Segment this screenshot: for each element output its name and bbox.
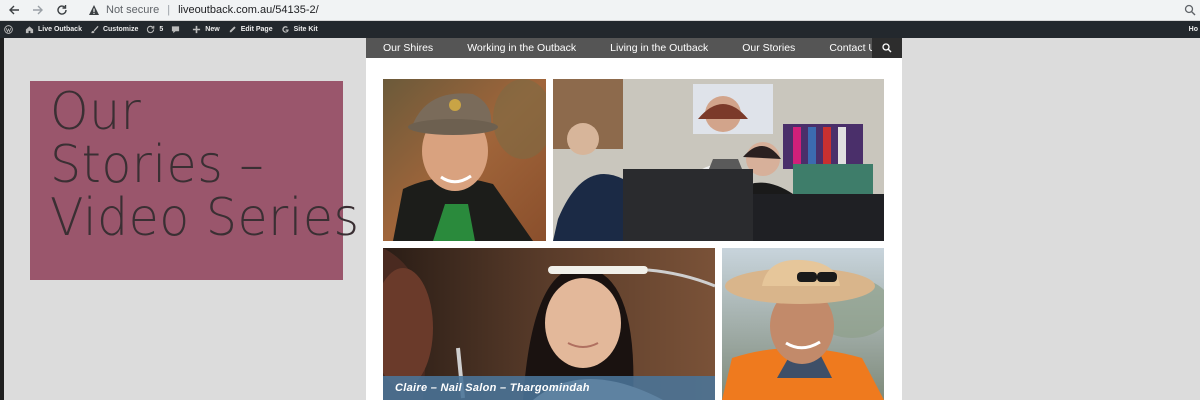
- nav-search-button[interactable]: [872, 38, 902, 58]
- main-content: Our Shires Working in the Outback Living…: [366, 38, 902, 400]
- brush-icon: [90, 25, 99, 34]
- wp-item-howdy[interactable]: Ho: [1189, 21, 1198, 38]
- search-icon[interactable]: [1184, 4, 1196, 16]
- google-g-icon: [281, 25, 290, 34]
- site-navigation: Our Shires Working in the Outback Living…: [366, 38, 902, 58]
- video-thumbnail-man-in-cap[interactable]: [383, 79, 546, 241]
- wp-admin-bar: Live Outback Customize 5 New Edit Page S…: [0, 21, 1200, 38]
- wp-item-site-name[interactable]: Live Outback: [25, 21, 82, 38]
- plus-icon: [192, 25, 201, 34]
- back-arrow-icon: [9, 5, 19, 15]
- address-bar[interactable]: Not secure | liveoutback.com.au/54135-2/: [88, 1, 319, 19]
- hero-title-line: Stories –: [50, 134, 265, 195]
- wp-item-label: Live Outback: [38, 26, 82, 33]
- video-thumbnail-claire[interactable]: Claire – Nail Salon – Thargomindah: [383, 248, 715, 400]
- home-icon: [25, 25, 34, 34]
- wp-item-comments[interactable]: [171, 21, 184, 38]
- wordpress-logo-icon: [4, 25, 13, 34]
- wp-item-customize[interactable]: Customize: [90, 21, 138, 38]
- updates-icon: [146, 25, 155, 34]
- nav-living-in-the-outback[interactable]: Living in the Outback: [610, 38, 708, 58]
- photo-office-workers: [553, 79, 884, 241]
- hero-title-box: Our Stories – Video Series: [30, 81, 360, 280]
- nav-our-shires[interactable]: Our Shires: [383, 38, 433, 58]
- updates-count: 5: [159, 26, 164, 33]
- wp-item-label: Edit Page: [240, 26, 273, 33]
- left-edge-strip: [0, 38, 4, 400]
- wp-item-label: Site Kit: [293, 26, 318, 33]
- nav-working-in-the-outback[interactable]: Working in the Outback: [467, 38, 576, 58]
- back-button[interactable]: [4, 0, 24, 20]
- forward-button[interactable]: [28, 0, 48, 20]
- pencil-icon: [228, 25, 237, 34]
- browser-toolbar: Not secure | liveoutback.com.au/54135-2/: [0, 0, 1200, 21]
- wp-item-edit-page[interactable]: Edit Page: [228, 21, 273, 38]
- wp-account-label: Ho: [1188, 26, 1198, 33]
- security-status[interactable]: Not secure: [106, 4, 159, 16]
- forward-arrow-icon: [33, 5, 43, 15]
- reload-icon: [57, 5, 67, 15]
- wp-logo-button[interactable]: [4, 21, 17, 38]
- photo-man-in-cap: [383, 79, 546, 241]
- wp-item-new[interactable]: New: [192, 21, 220, 38]
- wp-item-updates[interactable]: 5: [146, 21, 163, 38]
- nav-our-stories[interactable]: Our Stories: [742, 38, 795, 58]
- video-thumbnail-office[interactable]: [553, 79, 884, 241]
- search-icon: [882, 43, 892, 53]
- comment-icon: [171, 25, 180, 34]
- wp-item-label: Customize: [102, 26, 139, 33]
- video-thumbnail-man-in-hat[interactable]: [722, 248, 884, 400]
- video-caption: Claire – Nail Salon – Thargomindah: [383, 376, 715, 400]
- photo-man-in-hat: [722, 248, 884, 400]
- hero-title-line: Video Series: [50, 187, 360, 248]
- url-text[interactable]: liveoutback.com.au/54135-2/: [178, 4, 319, 16]
- wp-item-site-kit[interactable]: Site Kit: [281, 21, 318, 38]
- warning-icon: [89, 5, 99, 15]
- hero-title-line: Our: [50, 81, 142, 142]
- wp-item-label: New: [205, 26, 220, 33]
- omnibox-divider: |: [167, 4, 171, 16]
- reload-button[interactable]: [52, 0, 72, 20]
